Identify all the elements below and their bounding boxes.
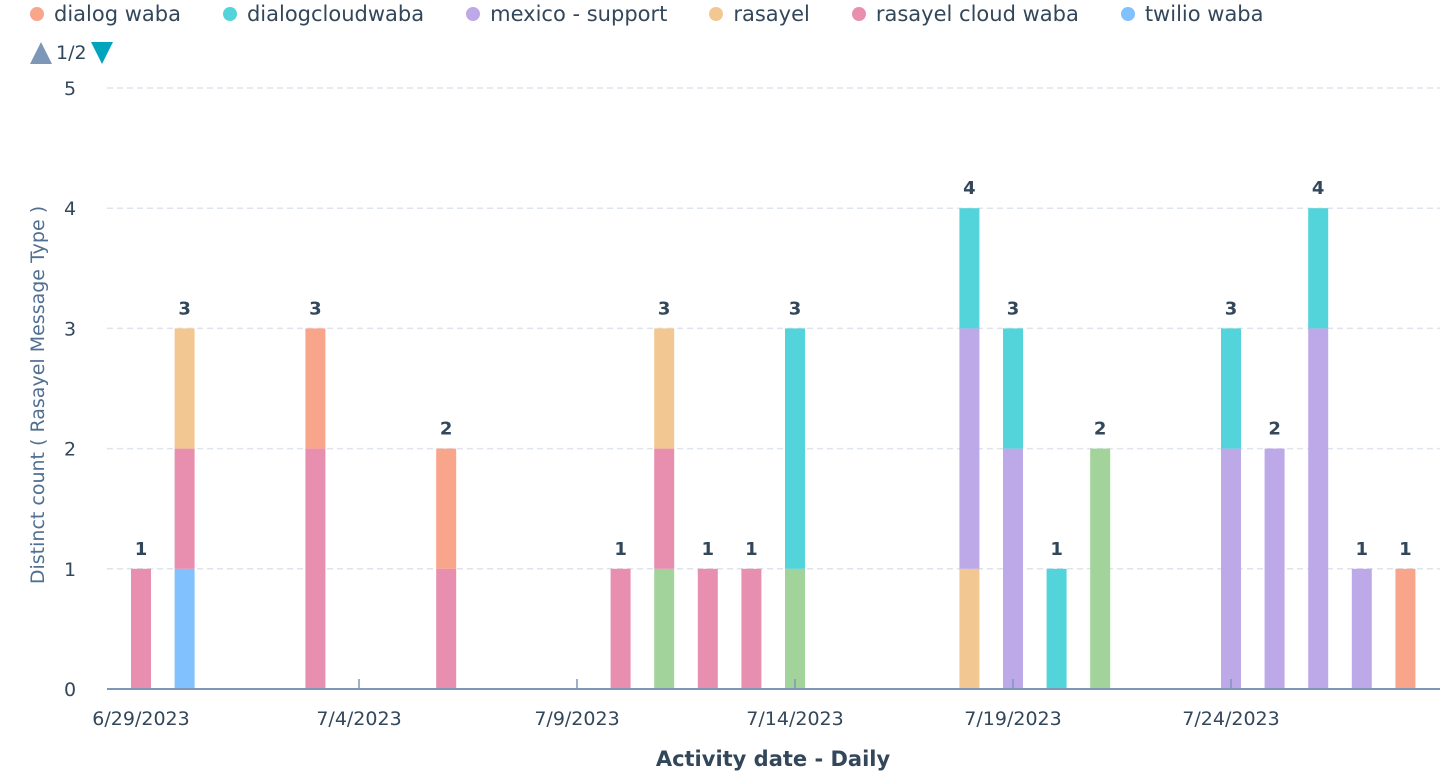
- y-tick-label: 0: [64, 679, 76, 701]
- bar-segment[interactable]: [959, 328, 980, 569]
- bar-total-label: 1: [1356, 539, 1369, 560]
- bar-segment[interactable]: [1090, 448, 1111, 689]
- bar-segment[interactable]: [1395, 568, 1416, 689]
- bar-segment[interactable]: [174, 568, 195, 689]
- bar-segment[interactable]: [785, 568, 805, 689]
- bar-segment[interactable]: [174, 448, 195, 569]
- bar-segment[interactable]: [785, 328, 805, 569]
- bar-segment[interactable]: [174, 328, 195, 449]
- bar-total-label: 1: [135, 539, 148, 560]
- y-tick-label: 5: [64, 78, 76, 100]
- bar-segment[interactable]: [1351, 568, 1372, 689]
- bars: [131, 208, 1416, 689]
- bar-total-label: 1: [702, 539, 715, 560]
- bar-total-label: 2: [440, 419, 453, 440]
- bar-total-label: 4: [1312, 178, 1325, 199]
- bar-segment[interactable]: [1264, 448, 1285, 689]
- y-tick-label: 3: [64, 318, 76, 340]
- bar-segment[interactable]: [654, 328, 675, 449]
- bar-segment[interactable]: [654, 568, 675, 689]
- bar-total-label: 1: [745, 539, 758, 560]
- bar-total-label: 3: [309, 298, 322, 319]
- x-tick-label: 7/14/2023: [746, 708, 843, 730]
- y-axis-ticks: 0 1 2 3 4 5: [64, 78, 76, 701]
- bar-segment[interactable]: [1308, 328, 1329, 689]
- x-tick-label: 7/9/2023: [534, 708, 619, 730]
- x-tick-label: 7/24/2023: [1182, 708, 1279, 730]
- bar-segment[interactable]: [305, 328, 326, 449]
- y-tick-label: 4: [64, 198, 76, 220]
- y-tick-label: 1: [64, 559, 76, 581]
- bar-total-label: 3: [1225, 298, 1238, 319]
- bar-segment[interactable]: [959, 208, 980, 329]
- bar-segment[interactable]: [1003, 328, 1023, 449]
- x-axis-title: Activity date - Daily: [656, 747, 891, 771]
- bar-segment[interactable]: [131, 568, 151, 689]
- bar-total-label: 3: [789, 298, 802, 319]
- bar-segment[interactable]: [436, 448, 457, 569]
- bar-segment[interactable]: [959, 568, 980, 689]
- bar-total-label: 2: [1268, 419, 1281, 440]
- bar-segment[interactable]: [610, 568, 631, 689]
- bar-segment[interactable]: [1308, 208, 1329, 329]
- y-axis-title: Distinct count ( Rasayel Message Type ): [27, 206, 49, 584]
- bar-total-label: 1: [614, 539, 627, 560]
- bar-segment[interactable]: [697, 568, 718, 689]
- bar-segment[interactable]: [1003, 448, 1023, 689]
- bar-segment[interactable]: [1221, 448, 1241, 689]
- bar-total-label: 3: [1007, 298, 1020, 319]
- bar-total-label: 1: [1050, 539, 1063, 560]
- y-tick-label: 2: [64, 439, 76, 461]
- bar-segment[interactable]: [654, 448, 675, 569]
- bar-total-label: 2: [1094, 419, 1107, 440]
- bar-total-label: 1: [1399, 539, 1412, 560]
- bar-segment[interactable]: [436, 568, 457, 689]
- stacked-bar-chart: 0 1 2 3 4 5 1 3 3 2 1 3 1 1 3 4 3 1 2 3 2 4 1 1 6/29/2023 7/4/2…: [27, 78, 1440, 771]
- x-tick-label: 7/4/2023: [316, 708, 401, 730]
- bar-segment[interactable]: [305, 448, 326, 689]
- x-tick-label: 6/29/2023: [92, 708, 189, 730]
- bar-total-label: 3: [178, 298, 191, 319]
- bar-segment[interactable]: [1046, 568, 1067, 689]
- bar-total-label: 3: [658, 298, 671, 319]
- bar-total-labels: 1 3 3 2 1 3 1 1 3 4 3 1 2 3 2 4 1 1: [135, 178, 1412, 560]
- bar-total-label: 4: [963, 178, 976, 199]
- x-tick-label: 7/19/2023: [964, 708, 1061, 730]
- bar-segment[interactable]: [741, 568, 762, 689]
- bar-segment[interactable]: [1221, 328, 1241, 449]
